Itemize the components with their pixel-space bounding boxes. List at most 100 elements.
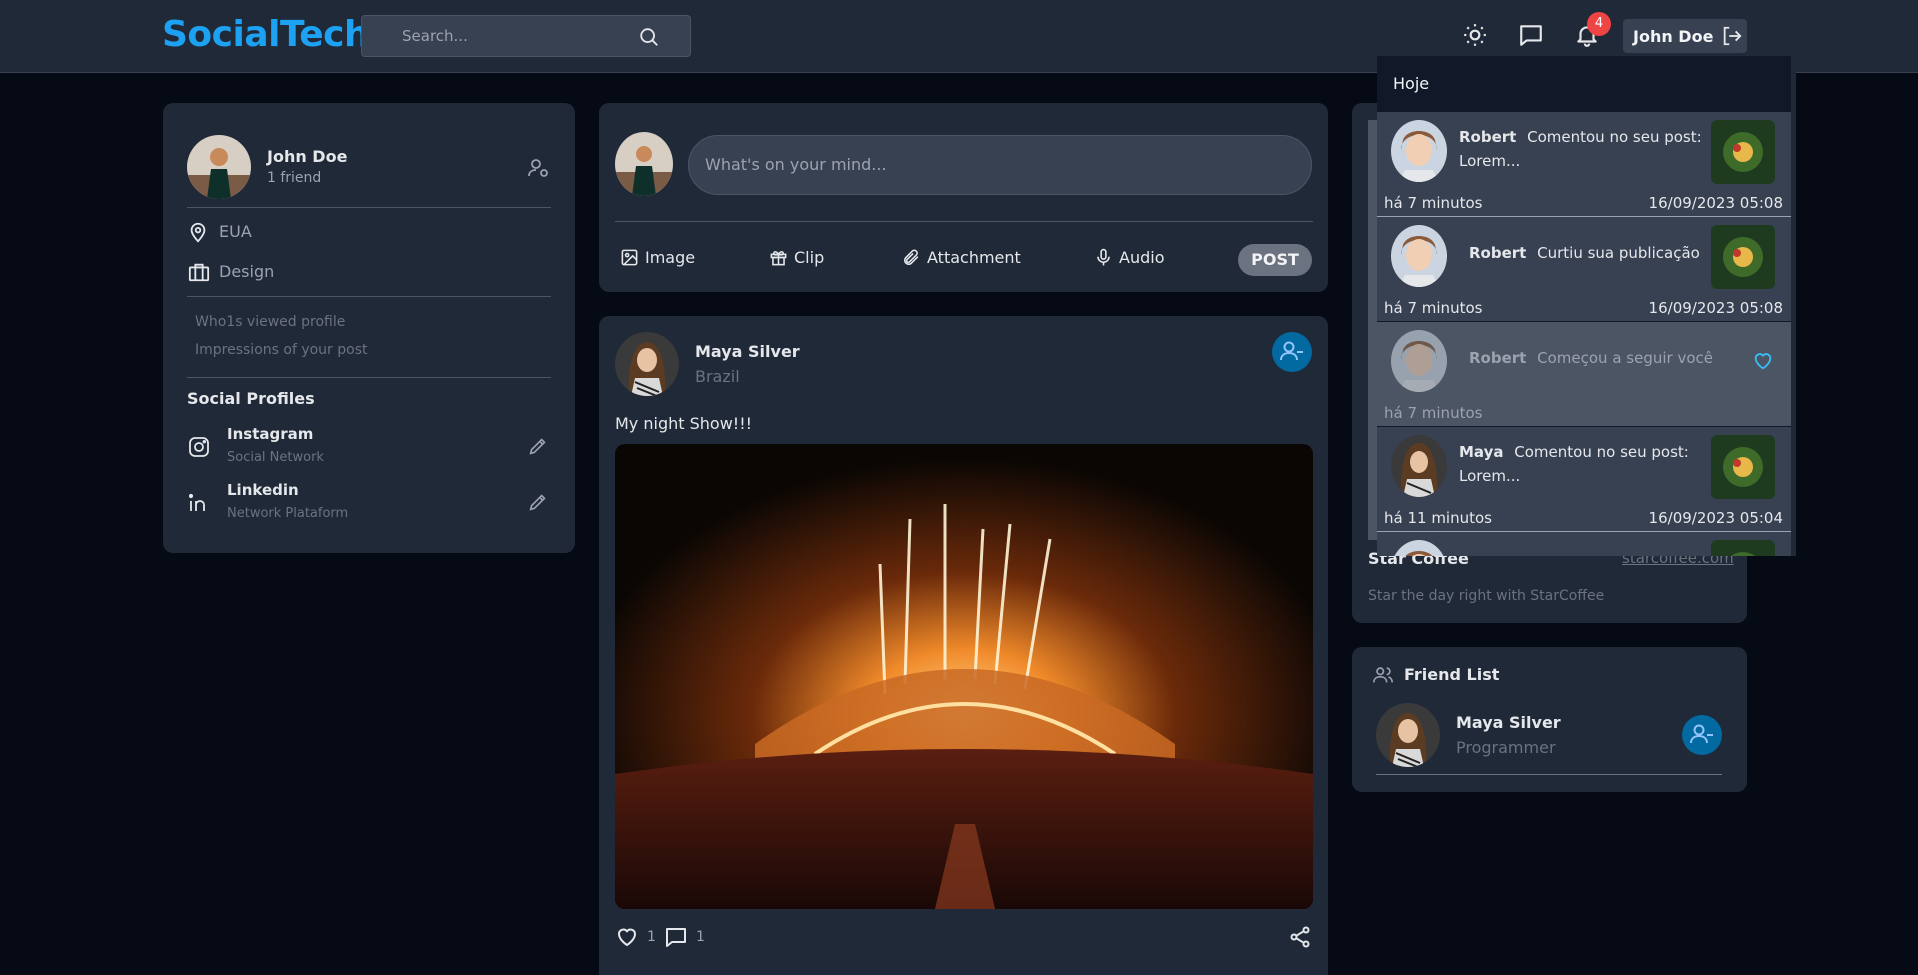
instagram-icon [189, 437, 209, 457]
message-icon[interactable] [1518, 22, 1544, 48]
clip-button[interactable]: Clip [769, 248, 824, 267]
notification-scrollbar[interactable] [1791, 56, 1796, 556]
clip-label: Clip [794, 248, 825, 267]
comment-icon[interactable] [664, 925, 688, 949]
notification-date: 16/09/2023 05:04 [1648, 509, 1783, 527]
user-minus-icon [1280, 341, 1303, 361]
notification-badge: 4 [1587, 12, 1611, 36]
notification-item[interactable]: Robert Começou a seguir você há 7 minuto… [1377, 322, 1791, 426]
linkedin-icon [188, 493, 205, 511]
notification-dropdown: Hoje Robert Comentou no seu post: Lorem.… [1377, 56, 1796, 556]
notification-thumbnail [1711, 225, 1775, 289]
notification-user: Maya [1459, 443, 1504, 461]
attachment-button[interactable]: Attachment [902, 248, 1021, 267]
profile-occupation: Design [219, 262, 275, 281]
notification-action: Começou a seguir você [1537, 349, 1713, 367]
post-button[interactable]: POST [1238, 244, 1312, 276]
notification-date: 16/09/2023 05:08 [1648, 299, 1783, 317]
profile-name[interactable]: John Doe [267, 147, 347, 166]
search-input[interactable] [362, 16, 642, 56]
user-logout-button[interactable]: John Doe [1623, 19, 1747, 53]
whats-on-your-mind-input[interactable]: What's on your mind... [688, 135, 1312, 195]
notification-date: 16/09/2023 05:08 [1648, 194, 1783, 212]
ad-description: Star the day right with StarCoffee [1368, 588, 1605, 604]
search-box [361, 15, 691, 57]
notification-time-ago: há 11 minutos [1384, 509, 1492, 527]
audio-label: Audio [1119, 248, 1165, 267]
user-name: John Doe [1633, 26, 1714, 46]
social-linkedin-name[interactable]: Linkedin [227, 481, 299, 499]
divider [187, 377, 551, 378]
notification-time-ago: há 7 minutos [1384, 404, 1483, 422]
friend-list-title: Friend List [1404, 665, 1500, 684]
sun-icon[interactable] [1462, 22, 1488, 48]
social-linkedin-sub: Network Plataform [227, 506, 349, 521]
edit-pencil-icon[interactable] [527, 435, 549, 457]
notifications-header: Hoje [1393, 74, 1430, 93]
image-button[interactable]: Image [620, 248, 695, 267]
profile-location: EUA [219, 222, 252, 241]
divider [187, 207, 551, 208]
search-icon[interactable] [638, 26, 660, 48]
friend-role: Programmer [1456, 738, 1556, 757]
notification-thumbnail [1711, 435, 1775, 499]
notification-time-ago: há 7 minutos [1384, 194, 1483, 212]
post-author-name[interactable]: Maya Silver [695, 342, 800, 361]
notification-avatar [1391, 120, 1447, 182]
notification-action: Comentou no seu post: [1514, 443, 1689, 461]
user-settings-icon[interactable] [526, 156, 550, 180]
microphone-icon [1097, 248, 1110, 266]
notification-avatar [1391, 435, 1447, 497]
app-logo[interactable]: SocialTech [162, 14, 370, 55]
notification-item[interactable]: Robert Comentou no seu post: Lorem... há… [1377, 112, 1791, 216]
social-instagram-name[interactable]: Instagram [227, 425, 313, 443]
notification-time-ago: há 7 minutos [1384, 299, 1483, 317]
gift-icon [770, 251, 787, 266]
notification-user: Robert [1469, 244, 1527, 262]
divider [615, 221, 1313, 222]
like-count: 1 [647, 929, 656, 945]
notification-action-detail: Lorem... [1459, 467, 1521, 485]
notification-item[interactable]: Maya Comentou no seu post: Lorem... há 1… [1377, 427, 1791, 531]
paperclip-icon [904, 249, 919, 265]
post-image[interactable] [615, 444, 1313, 909]
share-icon[interactable] [1288, 925, 1312, 949]
friend-name[interactable]: Maya Silver [1456, 713, 1561, 732]
notification-action-detail: Lorem... [1459, 152, 1521, 170]
notification-avatar [1391, 330, 1447, 392]
notification-avatar [1391, 225, 1447, 287]
post-author-location: Brazil [695, 367, 740, 386]
audio-button[interactable]: Audio [1094, 248, 1164, 267]
image-icon [621, 249, 638, 266]
image-label: Image [645, 248, 696, 267]
notification-action: Curtiu sua publicação [1537, 244, 1700, 262]
composer-avatar[interactable] [615, 132, 673, 196]
user-minus-icon [1690, 724, 1713, 744]
notification-item[interactable] [1377, 532, 1791, 556]
remove-friend-button[interactable] [1272, 332, 1312, 372]
divider [187, 296, 551, 297]
notification-user: Robert [1469, 349, 1527, 367]
post-author-avatar[interactable] [615, 332, 679, 396]
edit-pencil-icon[interactable] [527, 491, 549, 513]
notification-thumbnail [1711, 540, 1775, 556]
heart-icon[interactable] [1752, 350, 1774, 372]
notification-thumbnail [1711, 120, 1775, 184]
briefcase-icon [188, 263, 210, 282]
logout-icon [1724, 26, 1742, 46]
friend-avatar[interactable] [1376, 703, 1440, 767]
notification-action: Comentou no seu post: [1527, 128, 1702, 146]
notification-item[interactable]: Robert Curtiu sua publicação há 7 minuto… [1377, 217, 1791, 321]
heart-icon[interactable] [615, 925, 639, 949]
profile-impressions-label: Impressions of your post [195, 342, 368, 358]
notification-user: Robert [1459, 128, 1517, 146]
attachment-label: Attachment [927, 248, 1021, 267]
remove-friend-button[interactable] [1682, 715, 1722, 755]
post-text: My night Show!!! [615, 414, 753, 433]
profile-avatar[interactable] [187, 135, 251, 199]
social-profiles-title: Social Profiles [187, 389, 315, 408]
location-pin-icon [190, 222, 206, 243]
users-icon [1373, 667, 1393, 683]
profile-views-label: Who1s viewed profile [195, 314, 346, 330]
comment-count: 1 [696, 929, 705, 945]
